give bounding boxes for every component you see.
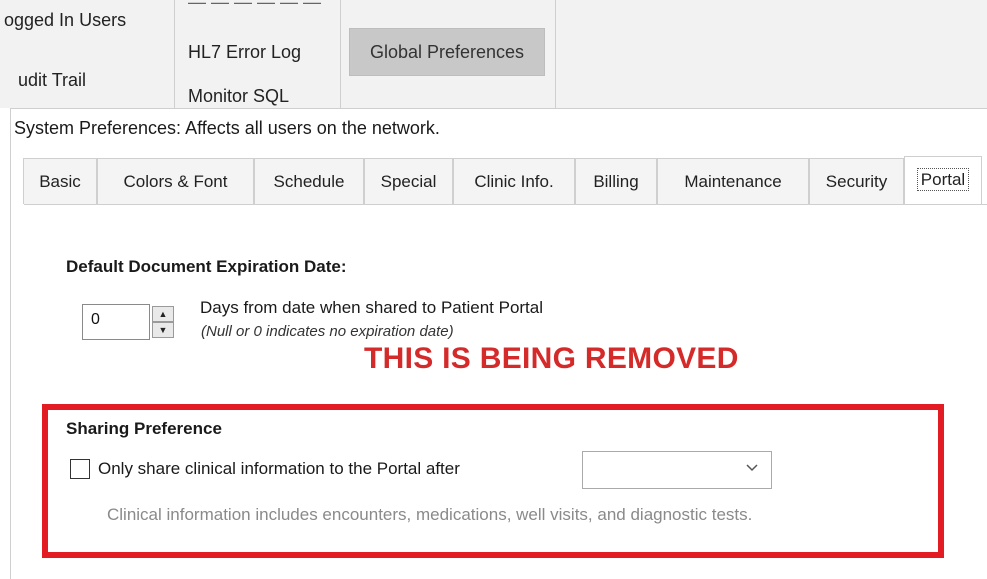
tab-portal[interactable]: Portal — [904, 156, 982, 204]
dialog-title: System Preferences: Affects all users on… — [14, 118, 440, 138]
toolbar-item-partial: — — — — — — — [188, 0, 322, 12]
tab-label: Billing — [593, 172, 639, 191]
expiration-days-stepper: ▲ ▼ — [152, 304, 176, 340]
tab-basic[interactable]: Basic — [23, 158, 97, 204]
tab-clinic-info[interactable]: Clinic Info. — [453, 158, 575, 204]
toolbar-separator — [174, 0, 175, 108]
tab-billing[interactable]: Billing — [575, 158, 657, 204]
share-after-checkbox-label[interactable]: Only share clinical information to the P… — [98, 459, 460, 479]
tab-label: Special — [380, 172, 437, 191]
expiration-hint: (Null or 0 indicates no expiration date) — [201, 323, 454, 340]
share-after-checkbox[interactable] — [70, 459, 90, 479]
removal-annotation-label: THIS IS BEING REMOVED — [360, 342, 743, 376]
tab-label: Basic — [39, 172, 81, 191]
chevron-down-icon — [745, 460, 759, 479]
tab-colors-font[interactable]: Colors & Font — [97, 158, 254, 204]
tab-strip: Basic Colors & Font Schedule Special Cli… — [23, 156, 987, 204]
toolbar-item-audit-trail[interactable]: udit Trail — [18, 70, 86, 91]
global-preferences-button[interactable]: Global Preferences — [349, 28, 545, 76]
toolbar-item-logged-in-users[interactable]: ogged In Users — [4, 10, 126, 31]
tab-label: Schedule — [273, 172, 345, 191]
expiration-description: Days from date when shared to Patient Po… — [200, 298, 544, 317]
tab-label: Clinic Info. — [474, 172, 554, 191]
tab-schedule[interactable]: Schedule — [254, 158, 364, 204]
tab-label: Portal — [916, 168, 970, 191]
expiration-heading: Default Document Expiration Date: — [66, 257, 347, 276]
tab-panel-border — [24, 204, 987, 205]
spin-up-arrow-icon[interactable]: ▲ — [152, 306, 174, 322]
share-after-dropdown[interactable] — [582, 451, 772, 489]
toolbar-item-hl7-error-log[interactable]: HL7 Error Log — [188, 42, 301, 63]
sharing-preference-heading: Sharing Preference — [66, 419, 222, 438]
tab-special[interactable]: Special — [364, 158, 453, 204]
spin-down-arrow-icon[interactable]: ▼ — [152, 322, 174, 338]
toolbar-separator — [340, 0, 341, 108]
toolbar-separator — [555, 0, 556, 108]
tab-label: Security — [825, 172, 888, 191]
clinical-information-note: Clinical information includes encounters… — [107, 505, 753, 524]
tab-label: Maintenance — [684, 172, 782, 191]
tab-maintenance[interactable]: Maintenance — [657, 158, 809, 204]
toolbar: ogged In Users udit Trail — — — — — — HL… — [0, 0, 987, 108]
expiration-days-input[interactable]: 0 — [82, 304, 150, 340]
toolbar-item-monitor-sql[interactable]: Monitor SQL — [188, 86, 289, 107]
tab-label: Colors & Font — [123, 172, 228, 191]
tab-security[interactable]: Security — [809, 158, 904, 204]
